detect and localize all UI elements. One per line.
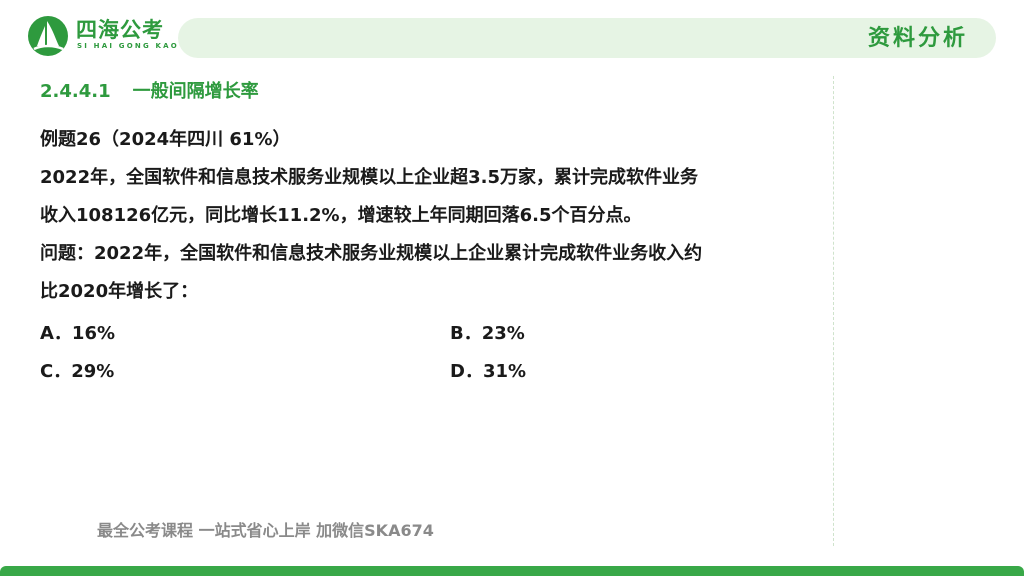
question-prompt-line: 比2020年增长了： (40, 281, 199, 302)
question-body-line: 收入108126亿元，同比增长11.2%，增速较上年同期回落6.5个百分点。 (40, 205, 642, 226)
logo-text: 四海公考 (76, 18, 164, 42)
question-label: 例题26（2024年四川 61%） (40, 129, 291, 150)
footer-ad-text: 最全公考课程 一站式省心上岸 加微信SKA674 (97, 521, 434, 540)
question-prompt-line: 问题：2022年，全国软件和信息技术服务业规模以上企业累计完成软件业务收入约 (40, 243, 703, 264)
vertical-divider (833, 76, 834, 546)
logo: 四海公考 SI HAI GONG KAO (26, 14, 179, 62)
question-body-line: 2022年，全国软件和信息技术服务业规模以上企业超3.5万家，累计完成软件业务 (40, 167, 698, 188)
sub-heading: 2.4.4.1 一般间隔增长率 (40, 77, 259, 103)
sub-heading-title: 一般间隔增长率 (132, 81, 259, 102)
logo-subtext: SI HAI GONG KAO (77, 42, 179, 50)
option-c[interactable]: C．29% (40, 357, 114, 383)
option-b[interactable]: B．23% (450, 319, 525, 345)
section-label: 资料分析 (867, 26, 968, 51)
option-a[interactable]: A．16% (40, 319, 115, 345)
sail-logo-icon (28, 16, 68, 56)
sub-heading-number: 2.4.4.1 (40, 81, 111, 102)
bottom-bar (0, 566, 1024, 576)
question-content: 例题26（2024年四川 61%） 2022年，全国软件和信息技术服务业规模以上… (40, 121, 830, 311)
option-d[interactable]: D．31% (450, 357, 526, 383)
